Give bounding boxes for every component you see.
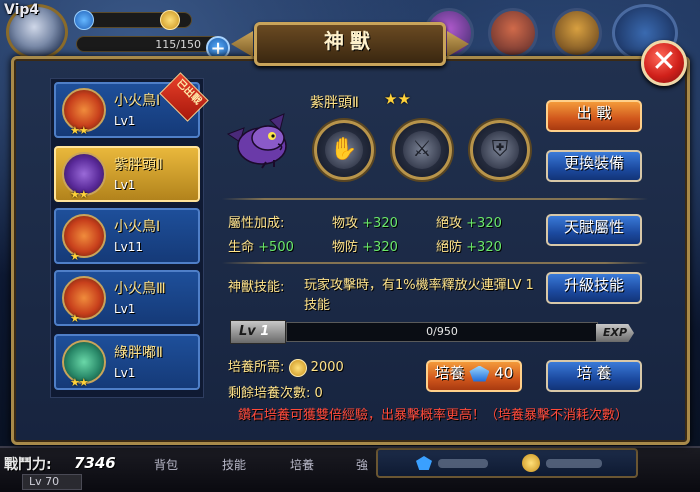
- cultivate-cost-value: 2000: [310, 360, 344, 375]
- pet-list-item[interactable]: ★★ 綠胖嘟Ⅱ Lv1: [54, 334, 200, 390]
- close-icon: ✕: [651, 44, 677, 79]
- remaining-label: 剩餘培養次數:: [228, 386, 311, 401]
- gem-icon: [469, 365, 490, 382]
- stat-abs-atk-value: +320: [466, 216, 502, 231]
- gem-cultivate-cost: 40: [494, 364, 514, 382]
- stat-phys-def-value: +320: [362, 240, 398, 255]
- stat-hp-label: 生命: [228, 240, 255, 255]
- window-title-plaque: 神獸: [254, 22, 446, 66]
- exp-level-value: 1: [260, 324, 270, 339]
- upgrade-skill-button[interactable]: 升級技能: [546, 272, 642, 304]
- stamina-text: 115/150: [155, 38, 201, 51]
- skill-description: 玩家攻擊時，有1%機率釋放火連彈LV 1技能: [304, 278, 534, 313]
- talent-attributes-button[interactable]: 天賦屬性: [546, 214, 642, 246]
- power-label: 戰鬥力:: [4, 457, 52, 473]
- coin-icon: [522, 454, 540, 472]
- stat-phys-def-label: 物防: [332, 240, 359, 255]
- blurred-gem-amount: [438, 459, 488, 468]
- close-button[interactable]: ✕: [641, 40, 687, 86]
- gem-icon: [416, 456, 432, 470]
- stat-hp: 生命 +500: [228, 236, 294, 255]
- pet-list-item[interactable]: ★ 小火鳥Ⅲ Lv1: [54, 270, 200, 326]
- coin-icon: [160, 10, 180, 30]
- rarity-stars: ★★: [70, 188, 89, 201]
- pet-list-item[interactable]: ★ 小火鳥Ⅰ Lv11: [54, 208, 200, 264]
- pet-name: 紫胖頭Ⅱ: [114, 157, 163, 173]
- equip-slot-2[interactable]: ⚔: [392, 120, 452, 180]
- equip-slot-3[interactable]: ⛨: [470, 120, 530, 180]
- remaining-value: 0: [314, 386, 323, 401]
- pet-name: 小火鳥Ⅰ: [114, 219, 161, 235]
- player-level: Lv 70: [22, 474, 82, 490]
- pet-name: 小火鳥Ⅰ: [114, 93, 161, 109]
- equip-slot-1[interactable]: ✋: [314, 120, 374, 180]
- bottom-tab-enhance[interactable]: 強: [356, 456, 368, 473]
- hud-button-3[interactable]: [552, 8, 602, 58]
- remaining-cultivations: 剩餘培養次數: 0: [228, 382, 323, 401]
- stat-abs-atk-label: 絕攻: [436, 216, 463, 231]
- stat-phys-atk-label: 物攻: [332, 216, 359, 231]
- exp-level-badge: Lv 1: [230, 320, 286, 344]
- vip-label: Vip4: [4, 2, 40, 18]
- purple-dragon-sprite: [226, 113, 287, 169]
- bottom-resource-panel: [376, 448, 638, 478]
- pet-name: 小火鳥Ⅲ: [114, 281, 166, 297]
- blurred-coin-amount: [546, 459, 602, 468]
- section-divider: [222, 198, 648, 200]
- power-value: 7346: [74, 454, 116, 472]
- stat-abs-def-label: 絕防: [436, 240, 463, 255]
- exp-bar: Lv 1 0/950 EXP: [230, 320, 634, 346]
- claw-icon: ⚔: [412, 137, 432, 162]
- pet-level: Lv1: [114, 114, 136, 128]
- stat-abs-def-value: +320: [466, 240, 502, 255]
- selected-pet-name: 紫胖頭Ⅱ: [310, 95, 359, 111]
- bottom-tab-bag[interactable]: 背包: [154, 456, 178, 473]
- pet-list-item-selected[interactable]: ★★ 紫胖頭Ⅱ Lv1: [54, 146, 200, 202]
- stat-phys-atk: 物攻 +320: [332, 212, 398, 231]
- rarity-stars: ★★: [70, 124, 89, 137]
- selected-pet-stars: ★★: [384, 90, 411, 108]
- fire-bird-portrait: [62, 276, 106, 320]
- stats-label: 屬性加成:: [228, 216, 285, 231]
- bottom-tab-skill[interactable]: 技能: [222, 456, 246, 473]
- armor-icon: ⛨: [491, 137, 509, 162]
- rarity-stars: ★★: [70, 376, 89, 389]
- exp-tag: EXP: [596, 324, 634, 342]
- exp-track: 0/950: [286, 322, 598, 342]
- cultivate-cost: 培養所需: 2000: [228, 356, 344, 377]
- pet-level: Lv1: [114, 366, 136, 380]
- rarity-stars: ★: [70, 250, 80, 263]
- exp-level-prefix: Lv: [239, 324, 256, 339]
- hud-button-2[interactable]: [488, 8, 538, 58]
- cultivate-cost-label: 培養所需:: [228, 360, 285, 375]
- pet-level: Lv1: [114, 302, 136, 316]
- deploy-button[interactable]: 出 戰: [546, 100, 642, 132]
- fire-bird-portrait: [62, 214, 106, 258]
- bottom-tab-cultivate[interactable]: 培養: [290, 456, 314, 473]
- stat-phys-def: 物防 +320: [332, 236, 398, 255]
- skill-label: 神獸技能:: [228, 280, 285, 295]
- window-title: 神獸: [324, 29, 376, 53]
- stat-hp-value: +500: [258, 240, 294, 255]
- pet-level: Lv1: [114, 178, 136, 192]
- stat-phys-atk-value: +320: [362, 216, 398, 231]
- coin-icon: [288, 358, 307, 377]
- exp-text: 0/950: [426, 325, 458, 338]
- gem-cultivate-label: 培養: [434, 364, 465, 382]
- pet-name: 綠胖嘟Ⅱ: [114, 345, 163, 361]
- cultivate-button[interactable]: 培 養: [546, 360, 642, 392]
- stat-abs-atk: 絕攻 +320: [436, 212, 502, 231]
- gem-icon: [74, 10, 94, 30]
- hand-wrap-icon: ✋: [330, 137, 358, 162]
- pet-level: Lv11: [114, 240, 144, 254]
- gem-cultivate-button[interactable]: 培養 40: [426, 360, 522, 392]
- rarity-stars: ★: [70, 312, 80, 325]
- stamina-bar: 115/150: [76, 36, 224, 52]
- section-divider: [222, 262, 648, 264]
- change-equipment-button[interactable]: 更換裝備: [546, 150, 642, 182]
- cultivate-warning: 鑽石培養可獲雙倍經驗，出暴擊概率更高！（培養暴擊不消耗次數）: [238, 408, 629, 423]
- stat-abs-def: 絕防 +320: [436, 236, 502, 255]
